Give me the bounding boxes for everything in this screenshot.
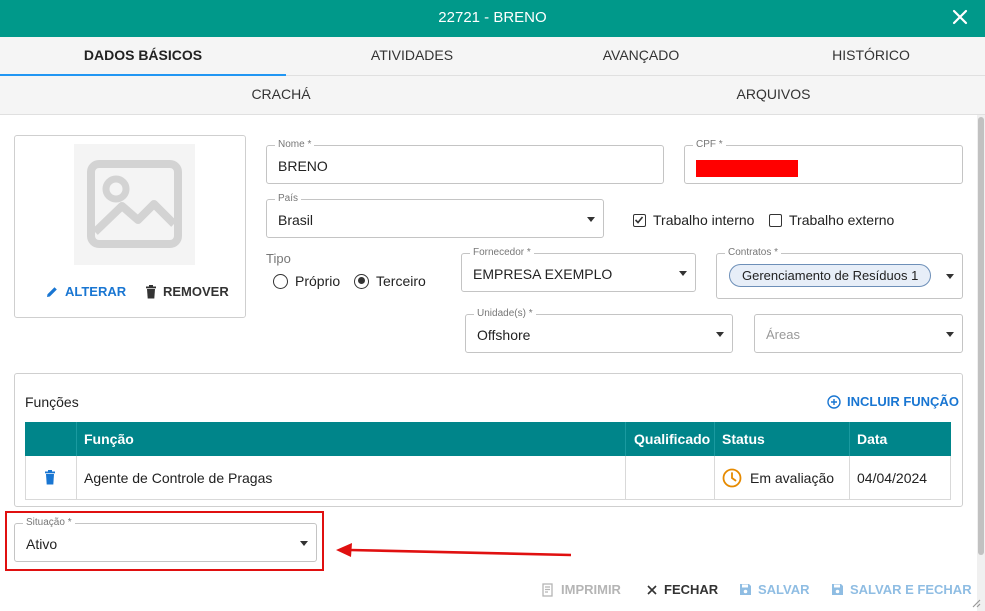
unidades-label: Unidade(s) * bbox=[474, 308, 536, 320]
column-header-data[interactable]: Data bbox=[849, 422, 887, 456]
tab-dados-basicos[interactable]: DADOS BÁSICOS bbox=[0, 37, 286, 76]
radio-unselected-icon bbox=[273, 273, 288, 289]
photo-card: ALTERAR REMOVER bbox=[14, 135, 246, 318]
tipo-proprio-radio[interactable]: Próprio bbox=[273, 273, 340, 289]
imprimir-button[interactable]: IMPRIMIR bbox=[541, 582, 621, 597]
functions-heading: Funções bbox=[25, 394, 79, 410]
nome-value: BRENO bbox=[278, 158, 328, 174]
tipo-label: Tipo bbox=[266, 251, 291, 266]
tipo-proprio-label: Próprio bbox=[295, 273, 341, 289]
add-function-button[interactable]: INCLUIR FUNÇÃO bbox=[827, 394, 959, 409]
image-placeholder-icon bbox=[74, 144, 195, 265]
row-data: 04/04/2024 bbox=[857, 469, 928, 486]
tab-cracha[interactable]: CRACHÁ bbox=[0, 76, 562, 115]
chevron-down-icon bbox=[679, 271, 687, 276]
row-funcao: Agente de Controle de Pragas bbox=[84, 469, 273, 486]
chevron-down-icon bbox=[946, 274, 954, 279]
pencil-icon bbox=[47, 286, 57, 297]
nome-field[interactable]: Nome * BRENO bbox=[266, 139, 664, 184]
fornecedor-select[interactable]: Fornecedor * EMPRESA EXEMPLO bbox=[461, 247, 696, 292]
pais-select[interactable]: País Brasil bbox=[266, 193, 604, 238]
tipo-terceiro-label: Terceiro bbox=[376, 273, 426, 289]
contrato-chip[interactable]: Gerenciamento de Resíduos 1 bbox=[729, 264, 932, 287]
situacao-label: Situação * bbox=[23, 517, 75, 529]
salvar-button[interactable]: SALVAR bbox=[739, 582, 810, 597]
secondary-tabs: CRACHÁ ARQUIVOS bbox=[0, 76, 985, 115]
row-status: Em avaliação bbox=[714, 456, 834, 499]
trabalho-interno-checkbox[interactable]: Trabalho interno bbox=[633, 212, 754, 228]
situacao-select[interactable]: Situação * Ativo bbox=[14, 517, 317, 562]
tab-atividades[interactable]: ATIVIDADES bbox=[298, 37, 526, 76]
remove-photo-button[interactable]: REMOVER bbox=[145, 284, 229, 299]
salvar-e-fechar-button[interactable]: SALVAR E FECHAR bbox=[831, 582, 972, 597]
contratos-label: Contratos * bbox=[725, 247, 782, 259]
areas-placeholder: Áreas bbox=[766, 327, 800, 342]
areas-select[interactable]: Áreas bbox=[754, 314, 963, 353]
dialog-titlebar: 22721 - BRENO bbox=[0, 0, 985, 37]
row-status-label: Em avaliação bbox=[750, 469, 835, 486]
chevron-down-icon bbox=[300, 541, 308, 546]
table-header: Função Qualificado Status Data bbox=[25, 422, 951, 456]
add-function-label: INCLUIR FUNÇÃO bbox=[847, 394, 959, 409]
cpf-label: CPF * bbox=[693, 139, 726, 151]
chevron-down-icon bbox=[946, 332, 954, 337]
radio-selected-icon bbox=[354, 273, 369, 289]
close-icon[interactable] bbox=[951, 8, 969, 26]
delete-row-button[interactable] bbox=[36, 456, 56, 499]
column-header-funcao[interactable]: Função bbox=[76, 422, 134, 456]
fechar-button[interactable]: FECHAR bbox=[646, 582, 718, 597]
clock-icon bbox=[722, 468, 742, 487]
unidades-value: Offshore bbox=[477, 327, 531, 343]
primary-tabs: DADOS BÁSICOS ATIVIDADES AVANÇADO HISTÓR… bbox=[0, 37, 985, 76]
checkbox-checked-icon bbox=[633, 213, 646, 227]
close-icon bbox=[647, 584, 657, 595]
fornecedor-label: Fornecedor * bbox=[470, 247, 534, 259]
pais-value: Brasil bbox=[278, 212, 314, 228]
column-header-qualificado[interactable]: Qualificado bbox=[626, 422, 710, 456]
chevron-down-icon bbox=[716, 332, 724, 337]
tab-arquivos[interactable]: ARQUIVOS bbox=[562, 76, 985, 115]
trabalho-interno-label: Trabalho interno bbox=[653, 212, 755, 228]
print-icon bbox=[542, 582, 553, 597]
remove-photo-label: REMOVER bbox=[163, 284, 229, 299]
tab-historico[interactable]: HISTÓRICO bbox=[757, 37, 985, 76]
scrollbar-thumb[interactable] bbox=[978, 117, 984, 555]
unidades-select[interactable]: Unidade(s) * Offshore bbox=[465, 308, 733, 353]
fornecedor-value: EMPRESA EXEMPLO bbox=[473, 266, 613, 282]
functions-table: Função Qualificado Status Data Agente de… bbox=[25, 422, 951, 500]
save-icon bbox=[740, 584, 751, 595]
trash-icon bbox=[45, 470, 55, 485]
resize-handle-icon[interactable] bbox=[971, 598, 981, 608]
column-header-status[interactable]: Status bbox=[714, 422, 765, 456]
tipo-terceiro-radio[interactable]: Terceiro bbox=[354, 273, 426, 289]
chevron-down-icon bbox=[587, 217, 595, 222]
pais-label: País bbox=[275, 193, 302, 205]
tab-avancado[interactable]: AVANÇADO bbox=[527, 37, 755, 76]
alter-photo-label: ALTERAR bbox=[65, 284, 127, 299]
fechar-label: FECHAR bbox=[664, 582, 719, 597]
situacao-value: Ativo bbox=[26, 536, 58, 552]
functions-card: Funções INCLUIR FUNÇÃO Função Qualificad… bbox=[14, 373, 963, 507]
trabalho-externo-checkbox[interactable]: Trabalho externo bbox=[769, 212, 894, 228]
imprimir-label: IMPRIMIR bbox=[561, 582, 621, 597]
contratos-select[interactable]: Contratos * Gerenciamento de Resíduos 1 bbox=[716, 247, 963, 299]
plus-circle-icon bbox=[827, 394, 841, 409]
trabalho-externo-label: Trabalho externo bbox=[789, 212, 895, 228]
nome-label: Nome * bbox=[275, 139, 315, 151]
cpf-redaction bbox=[696, 160, 798, 177]
dialog-title: 22721 - BRENO bbox=[438, 9, 547, 26]
checkbox-unchecked-icon bbox=[769, 213, 782, 227]
trash-icon bbox=[146, 284, 156, 298]
save-icon bbox=[832, 584, 843, 595]
table-row: Agente de Controle de Pragas Em avaliaçã… bbox=[25, 456, 951, 500]
salvar-e-fechar-label: SALVAR E FECHAR bbox=[850, 582, 972, 597]
annotation-arrow bbox=[336, 543, 572, 557]
cpf-field[interactable]: CPF * bbox=[684, 139, 963, 184]
salvar-label: SALVAR bbox=[758, 582, 810, 597]
row-qualificado bbox=[625, 456, 633, 499]
alter-photo-button[interactable]: ALTERAR bbox=[45, 284, 126, 299]
